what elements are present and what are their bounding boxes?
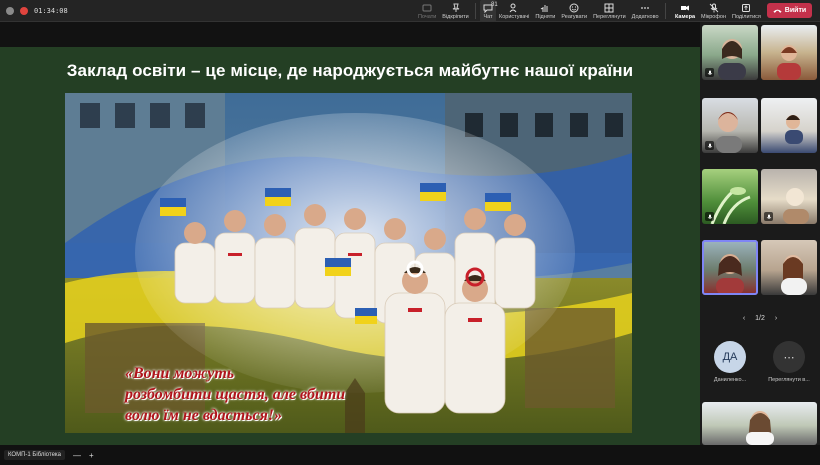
mic-status-badge: [764, 212, 773, 221]
meeting-name-label: КОМП-1 Бібліотека: [4, 450, 65, 460]
slide-collage-image: «Вони можуть розбомбити щастя, але вбити…: [65, 93, 632, 433]
toolbar-right-group: Чат 81 Користувачі Підняти Реагувати Пер…: [480, 0, 669, 22]
toolbar-device-group: Камера Мікрофон Поділитися: [672, 0, 764, 22]
camera-icon: [681, 5, 690, 11]
raise-hand-icon: [541, 5, 548, 12]
more-icon: [641, 7, 649, 9]
participant-portrait-image: [777, 45, 801, 80]
more-participants-icon[interactable]: ⋯: [773, 341, 805, 373]
participant-video-tile[interactable]: [761, 98, 817, 153]
react-button[interactable]: Реагувати: [558, 0, 590, 22]
mic-icon: [707, 70, 712, 75]
mic-icon: [707, 214, 712, 219]
slide-quote: «Вони можуть розбомбити щастя, але вбити…: [125, 365, 346, 424]
microphone-button[interactable]: Мікрофон: [698, 0, 729, 22]
window-status-dot: [6, 6, 14, 15]
view-icon: [604, 3, 614, 13]
zoom-in-button[interactable]: +: [89, 451, 94, 460]
participant-portrait-image: [716, 254, 744, 295]
view-all-label: Переглянути в...: [768, 377, 810, 383]
participant-video-tile[interactable]: [702, 25, 758, 80]
slide-title: Заклад освіти – це місце, де народжуєтьс…: [66, 61, 634, 80]
hang-up-icon: [773, 9, 782, 13]
avatar[interactable]: ДА: [714, 341, 746, 373]
pager-indicator: 1/2: [755, 315, 765, 322]
pager-next-chevron-icon[interactable]: ›: [775, 315, 777, 322]
toolbar-divider: [474, 3, 476, 19]
raise-hand-button[interactable]: Підняти: [532, 0, 558, 22]
mic-icon: [707, 143, 712, 148]
participant-count: 81: [491, 2, 498, 8]
camera-button[interactable]: Камера: [672, 0, 698, 22]
start-share-button[interactable]: Почати: [415, 0, 439, 22]
meeting-toolbar: 01:34:08 Почати Відкріпити Чат 81 Корист…: [0, 0, 820, 22]
mic-status-badge: [705, 212, 714, 221]
share-screen-icon: [742, 4, 751, 12]
participant-video-tile[interactable]: [702, 402, 817, 445]
stage-header-strip: [0, 22, 700, 47]
participant-gallery: ‹ 1/2 › ДА Даниленко... ⋯ Переглянути в.…: [700, 22, 820, 445]
more-options-button[interactable]: Додатково: [629, 0, 662, 22]
recording-indicator-icon: [20, 6, 28, 15]
pager-prev-chevron-icon[interactable]: ‹: [743, 315, 745, 322]
participant-portrait-image: [785, 115, 803, 144]
mic-status-badge: [705, 141, 714, 150]
people-icon: [509, 3, 517, 13]
react-icon: [569, 3, 579, 13]
unpin-button[interactable]: Відкріпити: [439, 0, 471, 22]
participants-button[interactable]: 81 Користувачі: [491, 0, 532, 22]
participant-portrait-image: [781, 255, 807, 295]
zoom-out-button[interactable]: —: [73, 451, 81, 460]
view-all-participants-tile[interactable]: ⋯ Переглянути в...: [761, 337, 817, 397]
toolbar-divider: [664, 3, 666, 19]
share-screen-button[interactable]: Поділитися: [729, 0, 764, 22]
mic-status-badge: [705, 68, 714, 77]
leave-button[interactable]: Вийти: [767, 3, 812, 18]
shared-presentation-slide: Заклад освіти – це місце, де народжуєтьс…: [0, 47, 700, 445]
participant-portrait-image: [746, 411, 774, 445]
participant-avatar-tile[interactable]: ДА Даниленко...: [702, 337, 758, 397]
toolbar-left-group: Почати Відкріпити: [415, 0, 479, 22]
gallery-pager: ‹ 1/2 ›: [700, 315, 820, 322]
participant-name: Даниленко...: [713, 377, 747, 383]
share-icon: [422, 4, 432, 12]
participant-video-tile[interactable]: [761, 240, 817, 295]
unpin-icon: [452, 3, 459, 12]
bottom-status-bar: КОМП-1 Бібліотека — +: [0, 445, 820, 465]
meeting-timer: 01:34:08: [34, 6, 68, 15]
participant-video-tile[interactable]: [761, 25, 817, 80]
view-button[interactable]: Переглянути: [590, 0, 629, 22]
participant-video-tile[interactable]: [761, 169, 817, 224]
mic-icon: [766, 214, 771, 219]
participant-video-tile[interactable]: [702, 169, 758, 224]
participant-video-tile-speaking[interactable]: [702, 240, 758, 295]
participant-video-tile[interactable]: [702, 98, 758, 153]
mic-off-icon: [709, 3, 718, 13]
teams-meeting-window: 01:34:08 Почати Відкріпити Чат 81 Корист…: [0, 0, 820, 465]
